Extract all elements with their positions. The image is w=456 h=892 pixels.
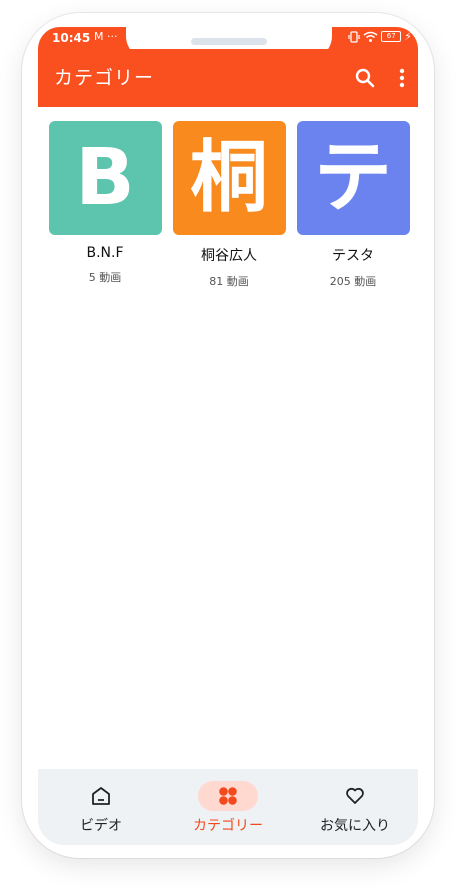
nav-item-favorites[interactable]: お気に入り bbox=[292, 769, 418, 845]
nav-label: お気に入り bbox=[320, 818, 390, 834]
search-icon[interactable] bbox=[354, 67, 376, 89]
category-card[interactable]: B B.N.F 5 動画 bbox=[47, 121, 163, 285]
category-thumbnail: テ bbox=[296, 121, 410, 235]
nav-icon-container bbox=[198, 781, 258, 811]
nav-item-videos[interactable]: ビデオ bbox=[38, 769, 164, 845]
wifi-icon bbox=[363, 31, 378, 42]
speaker-grille bbox=[191, 38, 267, 45]
category-video-count: 81 動画 bbox=[209, 275, 249, 288]
notification-icons: M ··· bbox=[94, 30, 118, 43]
category-video-count: 205 動画 bbox=[329, 275, 377, 288]
heart-icon bbox=[346, 787, 364, 804]
vibrate-icon bbox=[348, 30, 360, 43]
category-name: テスタ bbox=[332, 248, 374, 264]
nav-label: ビデオ bbox=[80, 818, 122, 834]
grid-icon bbox=[219, 787, 237, 805]
status-time: 10:45 bbox=[52, 31, 91, 45]
category-thumbnail: B bbox=[48, 121, 162, 235]
home-icon bbox=[92, 787, 110, 805]
category-thumbnail: 桐 bbox=[172, 121, 286, 235]
app-screen: 10:45 M ··· 67 ⚡ カテゴリー B B.N.F 5 動画 桐 桐谷… bbox=[38, 27, 418, 845]
app-bar: カテゴリー bbox=[38, 49, 418, 107]
charging-icon: ⚡ bbox=[404, 30, 412, 43]
category-name: 桐谷広人 bbox=[201, 248, 257, 264]
nav-label: カテゴリー bbox=[193, 818, 263, 834]
category-card[interactable]: 桐 桐谷広人 81 動画 bbox=[171, 121, 287, 289]
category-video-count: 5 動画 bbox=[88, 271, 122, 284]
category-card[interactable]: テ テスタ 205 動画 bbox=[295, 121, 411, 289]
status-right-icons: 67 ⚡ bbox=[348, 30, 412, 43]
page-title: カテゴリー bbox=[54, 67, 155, 89]
more-vert-icon[interactable] bbox=[395, 66, 409, 90]
nav-item-categories[interactable]: カテゴリー bbox=[165, 769, 291, 845]
category-name: B.N.F bbox=[86, 245, 124, 261]
battery-icon: 67 bbox=[381, 31, 402, 42]
nav-icon-container bbox=[71, 781, 131, 811]
bottom-navigation: ビデオ カテゴリー お気に入り bbox=[38, 769, 418, 845]
nav-icon-container bbox=[325, 781, 385, 811]
